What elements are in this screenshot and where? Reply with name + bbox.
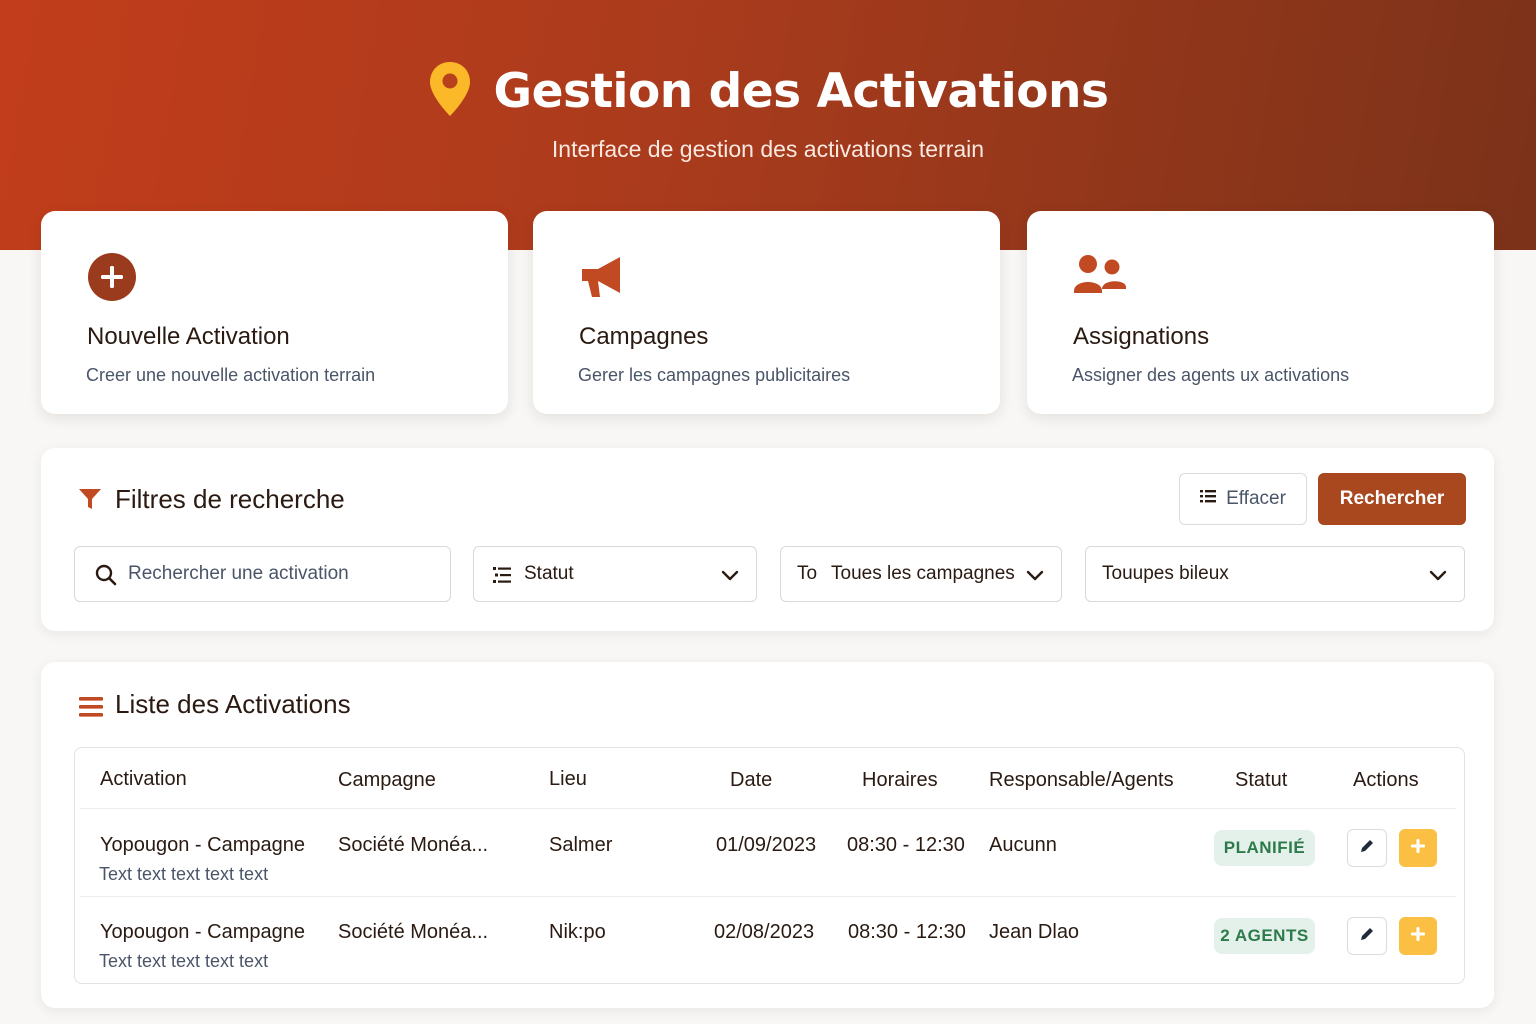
list-filter-icon (493, 567, 511, 589)
list-icon (79, 695, 103, 724)
add-agent-button[interactable] (1399, 917, 1437, 955)
list-icon (1200, 488, 1217, 510)
card-title: Campagnes (579, 323, 709, 350)
card-assignments[interactable]: Assignations Assigner des agents ux acti… (1027, 211, 1494, 414)
megaphone-icon (578, 251, 630, 303)
status-select-label: Statut (524, 563, 574, 584)
card-campaigns[interactable]: Campagnes Gerer les campagnes publicitai… (533, 211, 1000, 414)
edit-button[interactable] (1347, 917, 1387, 955)
place-cell: Nik:po (549, 921, 606, 943)
hours-cell: 08:30 - 12:30 (848, 921, 966, 943)
page-subtitle: Interface de gestion des activations ter… (551, 136, 985, 162)
plus-icon (1410, 926, 1426, 947)
plus-circle-icon (86, 251, 138, 303)
column-header: Activation (100, 768, 187, 790)
campaign-select[interactable]: To Toues les campagnes (780, 546, 1062, 602)
map-pin-icon (428, 60, 472, 123)
row-divider (80, 896, 1456, 897)
pencil-icon (1359, 838, 1375, 859)
search-placeholder: Rechercher une activation (128, 563, 349, 584)
place-cell: Salmer (549, 834, 613, 856)
chevron-down-icon (1428, 565, 1448, 591)
activations-list-panel: Liste des Activations Activation Campagn… (41, 662, 1494, 1008)
edit-button[interactable] (1347, 829, 1387, 867)
list-title: Liste des Activations (115, 689, 351, 719)
column-header: Statut (1235, 769, 1288, 791)
header-title-group: Gestion des Activations (0, 60, 1536, 123)
clear-button[interactable]: Effacer (1179, 473, 1307, 525)
filters-panel: Filtres de recherche Effacer Rechercher … (41, 448, 1494, 631)
filters-title: Filtres de recherche (115, 484, 345, 514)
campaign-cell: Société Monéa... (338, 921, 489, 943)
groups-select[interactable]: Touupes bileux (1085, 546, 1465, 602)
date-cell: 02/08/2023 (714, 921, 815, 943)
filter-icon (77, 486, 103, 517)
column-header: Date (730, 769, 773, 791)
search-input[interactable]: Rechercher une activation (74, 546, 451, 602)
campaign-cell: Société Monéa... (338, 834, 489, 856)
clear-button-label: Effacer (1226, 488, 1286, 509)
card-description: Gerer les campagnes publicitaires (578, 365, 851, 385)
card-description: Assigner des agents ux activations (1072, 365, 1350, 385)
search-button[interactable]: Rechercher (1318, 473, 1466, 525)
activations-table: Activation Campagne Lieu Date Horaires R… (74, 747, 1465, 984)
column-header: Horaires (862, 769, 938, 791)
activation-description: Text text text text text (99, 864, 269, 884)
column-header: Lieu (549, 768, 587, 790)
card-title: Nouvelle Activation (87, 323, 290, 350)
responsible-cell: Jean Dlao (989, 921, 1080, 943)
status-badge: PLANIFIÉ (1214, 830, 1315, 866)
row-divider (80, 808, 1456, 809)
plus-icon (1410, 838, 1426, 859)
card-new-activation[interactable]: Nouvelle Activation Creer une nouvelle a… (41, 211, 508, 414)
page-title: Gestion des Activations (493, 64, 1109, 119)
date-cell: 01/09/2023 (716, 834, 817, 856)
column-header: Actions (1353, 769, 1419, 791)
activation-description: Text text text text text (99, 951, 269, 971)
users-icon (1072, 251, 1126, 303)
status-badge: 2 AGENTS (1214, 918, 1315, 954)
campaign-select-label: Toues les campagnes (831, 563, 1015, 584)
groups-select-label: Touupes bileux (1102, 563, 1229, 584)
chevron-down-icon (1025, 565, 1045, 591)
pencil-icon (1359, 926, 1375, 947)
column-header: Campagne (338, 769, 436, 791)
activation-name: Yopougon - Campagne (100, 921, 305, 943)
responsible-cell: Aucunn (989, 834, 1057, 856)
campaign-select-prefix: To (797, 563, 818, 584)
search-icon (95, 564, 117, 592)
add-agent-button[interactable] (1399, 829, 1437, 867)
chevron-down-icon (720, 565, 740, 591)
activation-name: Yopougon - Campagne (100, 834, 305, 856)
card-title: Assignations (1073, 323, 1210, 350)
column-header: Responsable/Agents (989, 769, 1174, 791)
card-description: Creer une nouvelle activation terrain (86, 365, 376, 385)
status-select[interactable]: Statut (473, 546, 757, 602)
hours-cell: 08:30 - 12:30 (847, 834, 965, 856)
